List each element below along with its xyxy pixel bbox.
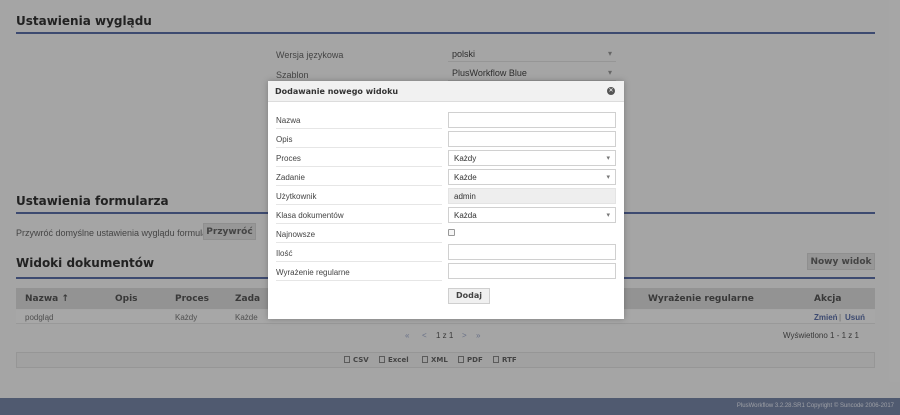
count-label: Ilość — [276, 249, 442, 262]
description-input[interactable] — [448, 131, 616, 147]
newest-label: Najnowsze — [276, 230, 442, 243]
process-select[interactable]: Każdy ▾ — [448, 150, 616, 166]
description-label: Opis — [276, 135, 442, 148]
chevron-down-icon: ▾ — [606, 212, 610, 219]
user-field: admin — [448, 188, 616, 204]
add-view-dialog: Dodawanie nowego widoku ✕ Nazwa Opis Pro… — [268, 81, 624, 319]
dialog-header: Dodawanie nowego widoku ✕ — [268, 81, 624, 102]
chevron-down-icon: ▾ — [606, 155, 610, 162]
name-label: Nazwa — [276, 116, 442, 129]
chevron-down-icon: ▾ — [606, 174, 610, 181]
dialog-title: Dodawanie nowego widoku — [275, 87, 399, 96]
doc-class-select[interactable]: Każda ▾ — [448, 207, 616, 223]
regex-input[interactable] — [448, 263, 616, 279]
task-label: Zadanie — [276, 173, 442, 186]
newest-checkbox[interactable] — [448, 229, 455, 236]
regex-label: Wyrażenie regularne — [276, 268, 442, 281]
task-select[interactable]: Każde ▾ — [448, 169, 616, 185]
name-input[interactable] — [448, 112, 616, 128]
doc-class-label: Klasa dokumentów — [276, 211, 442, 224]
count-input[interactable] — [448, 244, 616, 260]
add-button[interactable]: Dodaj — [448, 288, 490, 304]
process-label: Proces — [276, 154, 442, 167]
close-icon[interactable]: ✕ — [607, 87, 615, 95]
user-label: Użytkownik — [276, 192, 442, 205]
